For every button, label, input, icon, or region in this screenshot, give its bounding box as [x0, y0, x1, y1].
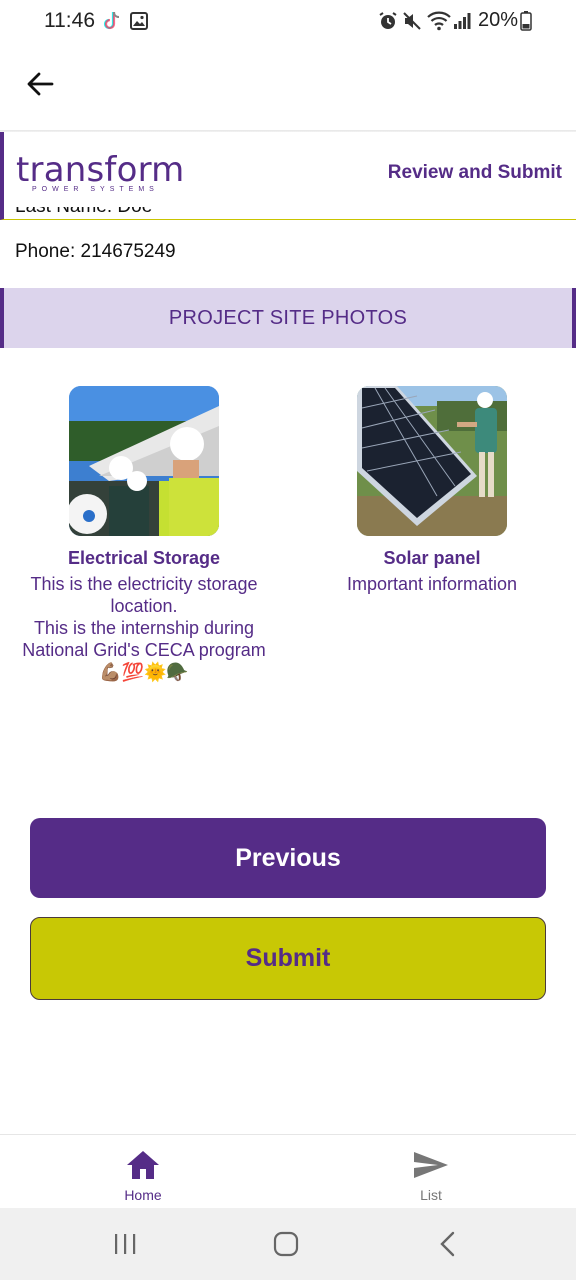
battery-percentage: 20%	[478, 9, 519, 31]
photo-title: Solar panel	[383, 548, 481, 568]
photo-description: This is the electricity storage location…	[22, 574, 266, 682]
photo-card-solar-panel[interactable]: Solar panel Important information	[292, 386, 572, 595]
section-title: PROJECT SITE PHOTOS	[168, 306, 408, 329]
system-navigation-bar	[0, 1208, 576, 1280]
recent-apps-button[interactable]	[105, 1228, 145, 1260]
home-system-button[interactable]	[266, 1228, 306, 1260]
home-circle-icon	[273, 1231, 299, 1257]
back-system-button[interactable]	[428, 1228, 468, 1260]
arrow-left-icon	[27, 72, 54, 96]
solar-panel-photo[interactable]	[357, 386, 507, 536]
back-button[interactable]	[20, 64, 60, 104]
page-title: Review and Submit	[387, 162, 562, 183]
app-bar	[0, 44, 576, 130]
photo-card-electrical-storage[interactable]: Electrical Storage This is the electrici…	[4, 386, 284, 683]
photo-description: Important information	[346, 574, 518, 594]
alarm-icon	[378, 10, 398, 32]
previous-button[interactable]: Previous	[30, 818, 546, 898]
nav-list[interactable]: List	[331, 1135, 531, 1209]
nav-home[interactable]: Home	[43, 1135, 243, 1209]
logo-tagline: POWER SYSTEMS	[32, 186, 159, 193]
bottom-navigation: Home List	[0, 1134, 576, 1208]
photo-title: Electrical Storage	[67, 548, 221, 568]
recent-apps-icon	[115, 1234, 136, 1254]
transform-logo: transform POWER SYSTEMS	[16, 150, 185, 198]
nav-list-label: List	[420, 1187, 442, 1203]
submit-button[interactable]: Submit	[30, 917, 546, 1000]
mute-icon	[402, 10, 422, 32]
chevron-left-icon	[440, 1231, 455, 1257]
battery-icon	[520, 10, 532, 32]
status-bar: 11:46 20%	[0, 0, 576, 44]
nav-home-label: Home	[124, 1187, 162, 1203]
send-icon	[412, 1147, 450, 1183]
section-banner: PROJECT SITE PHOTOS	[0, 288, 576, 348]
logo-wordmark: transform	[16, 150, 185, 190]
wifi-icon	[427, 10, 451, 32]
phone-row: Phone: 214675249	[15, 241, 176, 262]
tiktok-icon	[102, 10, 122, 32]
signal-icon	[453, 10, 471, 32]
last-name-row: Last Name: Doe	[15, 207, 152, 223]
electrical-storage-photo[interactable]	[69, 386, 219, 536]
home-icon	[125, 1147, 161, 1183]
status-time: 11:46	[44, 9, 95, 32]
gallery-icon	[130, 10, 148, 32]
